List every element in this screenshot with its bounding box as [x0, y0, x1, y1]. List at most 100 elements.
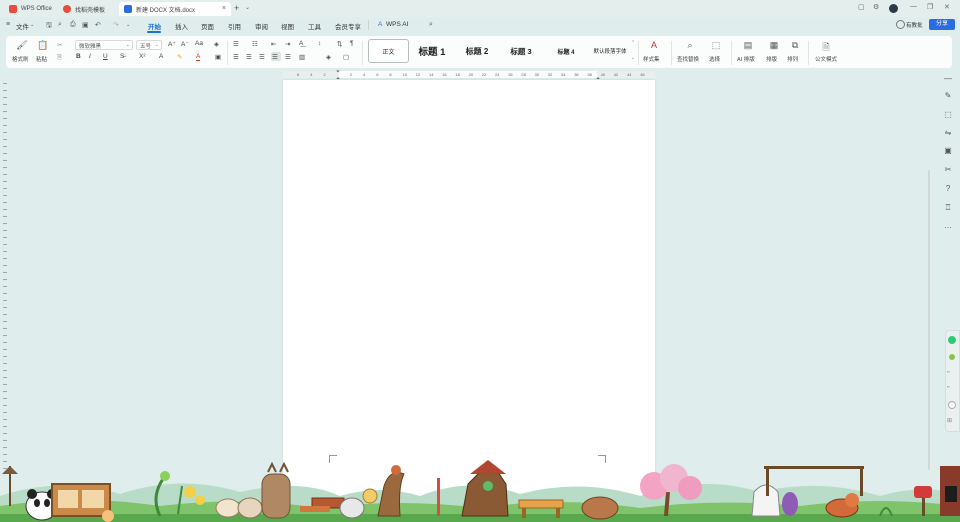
tab-insert[interactable]: 插入 — [175, 21, 188, 31]
select-icon[interactable]: ⬚ — [708, 40, 724, 53]
decrease-indent-icon[interactable]: ⇤ — [271, 40, 276, 48]
style-heading-2[interactable]: 标题 2 — [457, 39, 497, 63]
file-menu[interactable]: 文件 — [16, 21, 29, 31]
format-painter-icon[interactable]: 🖌 — [14, 40, 30, 53]
vertical-ruler[interactable] — [2, 83, 9, 473]
layout-icon[interactable]: ▦ — [766, 40, 782, 53]
clear-format-icon[interactable]: ◈ — [214, 40, 219, 48]
style-default-paragraph-font[interactable]: 默认段落字体 — [587, 39, 633, 63]
char-border-icon[interactable]: ▣ — [215, 53, 221, 61]
cut-icon[interactable]: ✂ — [57, 41, 62, 49]
search-doc-icon[interactable]: ⌕ — [58, 21, 62, 29]
highlight-icon[interactable]: ✎ — [177, 53, 182, 61]
settings-icon[interactable]: ⚙ — [873, 3, 879, 11]
bold-button[interactable]: B — [76, 53, 81, 60]
style-heading-1[interactable]: 标题 1 — [412, 39, 452, 63]
style-heading-4[interactable]: 标题 4 — [546, 39, 586, 63]
superscript-icon[interactable]: X² — [139, 53, 146, 60]
arrange-icon[interactable]: ⧉ — [787, 40, 803, 53]
close-window-icon[interactable]: ✕ — [944, 3, 950, 11]
edit-icon[interactable]: ✎ — [942, 91, 954, 100]
align-left-icon[interactable]: ☰ — [233, 53, 239, 61]
find-replace-icon[interactable]: ⌕ — [682, 40, 698, 53]
floating-item-icon[interactable]: ▪▪ — [947, 384, 950, 389]
style-set-icon[interactable]: A — [646, 40, 662, 53]
text-direction-icon[interactable]: A͟ — [299, 40, 303, 47]
adjust-icon[interactable]: ⇋ — [942, 128, 954, 137]
increase-indent-icon[interactable]: ⇥ — [285, 40, 290, 48]
align-center-icon[interactable]: ☰ — [246, 53, 252, 61]
minimize-icon[interactable]: — — [910, 3, 917, 10]
floating-item-icon[interactable]: ▪▪ — [947, 369, 950, 374]
align-right-icon[interactable]: ☰ — [259, 53, 265, 61]
tab-home[interactable]: 开始 — [148, 21, 161, 31]
online-status-icon[interactable] — [948, 336, 956, 344]
shrink-font-icon[interactable]: A⁻ — [181, 40, 189, 48]
redo-icon[interactable]: ↷ — [113, 21, 119, 29]
line-spacing-icon[interactable]: ↕ — [318, 40, 321, 47]
collapse-icon[interactable]: — — [942, 74, 954, 83]
share-button[interactable]: 分享 — [929, 19, 955, 30]
tab-review[interactable]: 审阅 — [255, 21, 268, 31]
ai-layout-icon[interactable]: ▤ — [740, 40, 756, 53]
comment-button[interactable]: 有教批 — [906, 21, 923, 29]
tab-references[interactable]: 引用 — [228, 21, 241, 31]
layout-icon[interactable]: ▢ — [858, 3, 865, 11]
align-justify-icon[interactable]: ☰ — [272, 53, 278, 61]
font-color-icon[interactable]: A — [196, 53, 201, 61]
grid-icon[interactable]: ⊞ — [947, 417, 952, 424]
more-chevron-icon[interactable]: ⌄ — [126, 22, 130, 28]
official-mode-icon[interactable]: 🗎 — [818, 40, 834, 53]
save-icon[interactable]: 🖫 — [46, 21, 52, 32]
style-heading-3[interactable]: 标题 3 — [501, 39, 541, 63]
avatar[interactable] — [889, 4, 898, 13]
bullet-list-icon[interactable]: ☰ — [233, 40, 239, 48]
change-case-icon[interactable]: Aa — [195, 40, 203, 47]
gallery-up-icon[interactable]: ⌃ — [631, 40, 635, 46]
tab-view[interactable]: 视图 — [281, 21, 294, 31]
undo-icon[interactable]: ↶ — [95, 21, 101, 29]
style-normal[interactable]: 正文 — [368, 39, 409, 63]
close-tab-icon[interactable]: × — [222, 5, 226, 12]
record-icon[interactable] — [948, 401, 956, 409]
grow-font-icon[interactable]: A⁺ — [168, 40, 176, 48]
copy-icon[interactable]: ⎘ — [57, 54, 62, 62]
italic-button[interactable]: I — [89, 53, 91, 60]
vertical-scrollbar[interactable] — [928, 170, 930, 470]
column-icon[interactable]: ▥ — [299, 53, 305, 61]
distribute-icon[interactable]: ☰ — [285, 53, 291, 61]
tab-member[interactable]: 会员专享 — [335, 21, 361, 31]
sort-icon[interactable]: ⇅ — [337, 40, 342, 48]
tab-wps-office[interactable]: WPS Office — [4, 2, 58, 16]
strikethrough-icon[interactable]: S̶ — [120, 53, 124, 60]
print-icon[interactable]: ⎙ — [70, 21, 76, 29]
font-name-select[interactable]: 微软雅黑 ⌄ — [75, 40, 133, 50]
text-effect-icon[interactable]: A — [159, 53, 163, 60]
tab-page[interactable]: 页面 — [201, 21, 214, 31]
number-list-icon[interactable]: ☷ — [252, 40, 258, 48]
indent-marker-icon[interactable]: ⏷ — [336, 69, 340, 75]
tab-template[interactable]: 找稻壳模板 — [58, 2, 118, 16]
tab-tools[interactable]: 工具 — [308, 21, 321, 31]
restore-icon[interactable]: ❐ — [927, 3, 933, 11]
paste-icon[interactable]: 📋 — [35, 40, 51, 53]
search-icon[interactable]: ⌕ — [429, 21, 433, 29]
hamburger-icon[interactable]: ≡ — [6, 21, 10, 28]
print-preview-icon[interactable]: ▣ — [82, 21, 89, 29]
wps-ai-button[interactable]: WPS AI — [386, 21, 408, 28]
image-icon[interactable]: ▣ — [942, 146, 954, 155]
underline-button[interactable]: U — [103, 53, 108, 60]
more-icon[interactable]: … — [942, 221, 954, 230]
gallery-more-icon[interactable]: ⌄ — [631, 55, 635, 61]
new-tab-button[interactable]: + — [234, 3, 239, 13]
borders-icon[interactable]: ▢ — [343, 53, 349, 61]
font-size-select[interactable]: 五号 ⌄ — [136, 40, 162, 50]
shading-icon[interactable]: ◈ — [326, 53, 331, 61]
tab-list-button[interactable]: ⌄ — [245, 4, 250, 11]
select-tool-icon[interactable]: ⬚ — [942, 110, 954, 119]
show-marks-icon[interactable]: ¶ — [350, 40, 354, 47]
tab-document[interactable]: 新建 DOCX 文档.docx × — [119, 2, 231, 16]
assistant-icon[interactable]: ♖ — [942, 203, 954, 212]
help-icon[interactable]: ? — [942, 184, 954, 193]
tools-icon[interactable]: ✂ — [942, 165, 954, 174]
